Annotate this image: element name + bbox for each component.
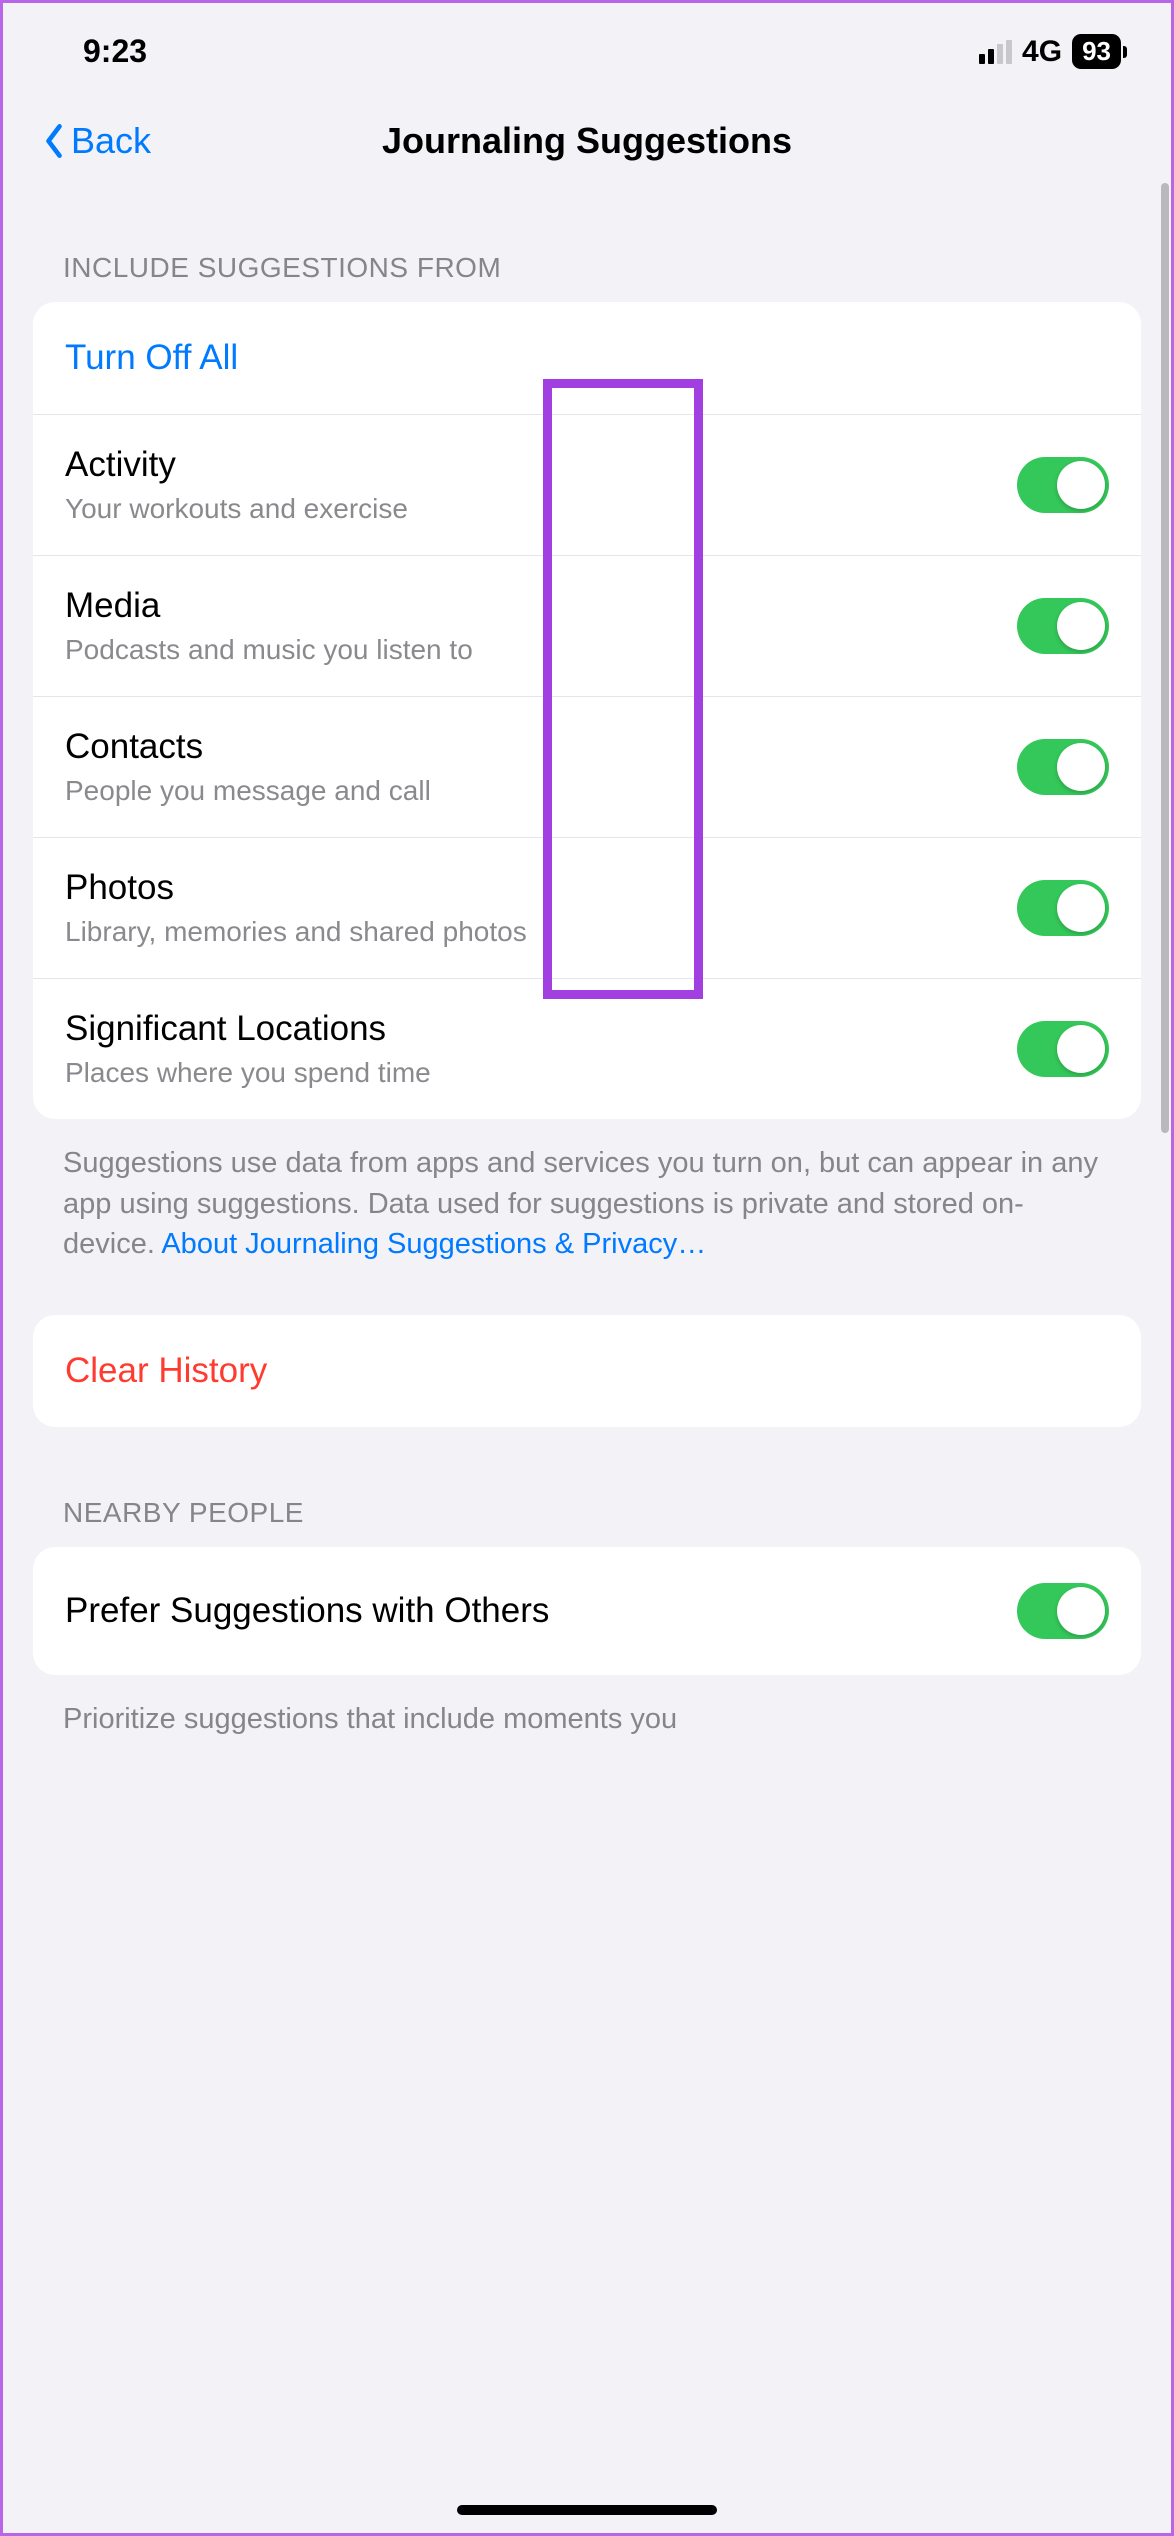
toggle-photos[interactable] <box>1017 880 1109 936</box>
network-label: 4G <box>1022 35 1062 69</box>
section2-footer: Prioritize suggestions that include mome… <box>3 1675 1171 1750</box>
status-time: 9:23 <box>83 33 147 70</box>
scroll-indicator[interactable] <box>1161 183 1169 1133</box>
toggle-significant-locations[interactable] <box>1017 1021 1109 1077</box>
section-header-include: INCLUDE SUGGESTIONS FROM <box>3 202 1171 302</box>
include-suggestions-group: Turn Off All Activity Your workouts and … <box>33 302 1141 1119</box>
row-photos: Photos Library, memories and shared phot… <box>33 837 1141 978</box>
page-title: Journaling Suggestions <box>382 120 792 162</box>
section-header-nearby: NEARBY PEOPLE <box>3 1427 1171 1547</box>
row-media: Media Podcasts and music you listen to <box>33 555 1141 696</box>
status-bar: 9:23 4G 93 <box>3 3 1171 90</box>
nearby-people-group: Prefer Suggestions with Others <box>33 1547 1141 1675</box>
back-button[interactable]: Back <box>43 120 151 162</box>
turn-off-all-label: Turn Off All <box>65 338 238 378</box>
signal-icon <box>979 40 1012 64</box>
row-prefer-suggestions: Prefer Suggestions with Others <box>33 1547 1141 1675</box>
battery-indicator: 93 <box>1072 34 1121 69</box>
row-sub: Podcasts and music you listen to <box>65 634 473 666</box>
home-indicator[interactable] <box>457 2505 717 2515</box>
row-sub: People you message and call <box>65 775 431 807</box>
back-label: Back <box>71 120 151 162</box>
row-title: Media <box>65 586 473 626</box>
clear-history-group: Clear History <box>33 1315 1141 1427</box>
row-title: Significant Locations <box>65 1009 431 1049</box>
toggle-media[interactable] <box>1017 598 1109 654</box>
clear-history-label: Clear History <box>65 1351 267 1391</box>
nav-header: Back Journaling Suggestions <box>3 90 1171 202</box>
toggle-prefer-suggestions[interactable] <box>1017 1583 1109 1639</box>
chevron-left-icon <box>43 122 65 160</box>
row-activity: Activity Your workouts and exercise <box>33 414 1141 555</box>
row-title: Contacts <box>65 727 431 767</box>
row-title: Prefer Suggestions with Others <box>65 1591 549 1631</box>
turn-off-all-button[interactable]: Turn Off All <box>33 302 1141 414</box>
row-sub: Places where you spend time <box>65 1057 431 1089</box>
row-sub: Your workouts and exercise <box>65 493 408 525</box>
toggle-activity[interactable] <box>1017 457 1109 513</box>
status-right: 4G 93 <box>979 34 1121 69</box>
row-title: Photos <box>65 868 527 908</box>
section1-footer: Suggestions use data from apps and servi… <box>3 1119 1171 1275</box>
row-title: Activity <box>65 445 408 485</box>
clear-history-button[interactable]: Clear History <box>33 1315 1141 1427</box>
toggle-contacts[interactable] <box>1017 739 1109 795</box>
row-significant-locations: Significant Locations Places where you s… <box>33 978 1141 1119</box>
row-sub: Library, memories and shared photos <box>65 916 527 948</box>
privacy-link[interactable]: About Journaling Suggestions & Privacy… <box>161 1228 706 1260</box>
row-contacts: Contacts People you message and call <box>33 696 1141 837</box>
